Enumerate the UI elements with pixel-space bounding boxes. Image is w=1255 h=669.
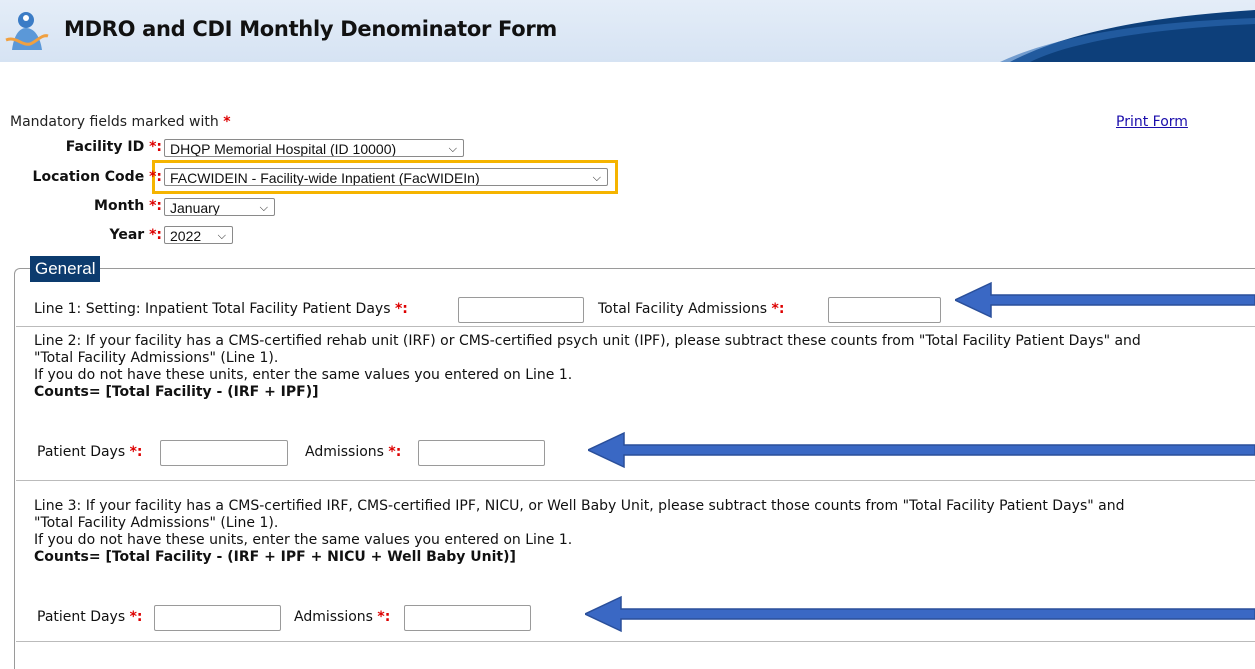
required-star: *: [129, 444, 143, 460]
required-star: *: [149, 227, 162, 243]
line2-admissions-text: Admissions [305, 444, 384, 460]
chevron-down-icon: ⌵ [259, 202, 268, 214]
line3-patient-days-label: Patient Days *: [37, 609, 143, 625]
line2-text-2: "Total Facility Admissions" (Line 1). [34, 350, 279, 366]
arrow-left-icon [588, 431, 1255, 469]
required-star: *: [129, 609, 143, 625]
line3-admissions-input[interactable] [404, 605, 531, 631]
year-select[interactable]: 2022 ⌵ [164, 226, 233, 244]
chevron-down-icon: ⌵ [217, 230, 226, 242]
chevron-down-icon: ⌵ [592, 172, 601, 184]
year-value: 2022 [170, 228, 202, 244]
line2-admissions-label: Admissions *: [305, 444, 401, 460]
divider [16, 480, 1255, 481]
required-star: *: [394, 301, 408, 317]
header-banner: MDRO and CDI Monthly Denominator Form [0, 0, 1255, 62]
line3-admissions-label: Admissions *: [294, 609, 390, 625]
location-code-select[interactable]: FACWIDEIN - Facility-wide Inpatient (Fac… [164, 168, 608, 186]
line3-text-2: "Total Facility Admissions" (Line 1). [34, 515, 279, 531]
line2-patient-days-input[interactable] [160, 440, 288, 466]
divider [16, 641, 1255, 642]
line2-patient-days-text: Patient Days [37, 444, 126, 460]
facility-id-select[interactable]: DHQP Memorial Hospital (ID 10000) ⌵ [164, 139, 464, 157]
required-star: *: [388, 444, 402, 460]
line2-text-1: Line 2: If your facility has a CMS-certi… [34, 333, 1141, 349]
month-label: Month *: [94, 198, 162, 214]
total-facility-admissions-text: Total Facility Admissions [598, 301, 768, 317]
facility-id-value: DHQP Memorial Hospital (ID 10000) [170, 141, 397, 157]
required-star: *: [771, 301, 785, 317]
line1-text: Line 1: Setting: Inpatient Total Facilit… [34, 301, 391, 317]
required-star: *: [377, 609, 391, 625]
line2-text-3: If you do not have these units, enter th… [34, 367, 573, 383]
line3-admissions-text: Admissions [294, 609, 373, 625]
line2-patient-days-label: Patient Days *: [37, 444, 143, 460]
arrow-left-icon [585, 595, 1255, 633]
location-code-label: Location Code *: [33, 169, 162, 185]
line1-label: Line 1: Setting: Inpatient Total Facilit… [34, 301, 408, 317]
mandatory-note-text: Mandatory fields marked with [10, 114, 219, 130]
chevron-down-icon: ⌵ [448, 143, 457, 155]
line3-patient-days-text: Patient Days [37, 609, 126, 625]
total-facility-admissions-input[interactable] [828, 297, 941, 323]
facility-id-label: Facility ID *: [66, 139, 162, 155]
location-code-value: FACWIDEIN - Facility-wide Inpatient (Fac… [170, 170, 480, 186]
mandatory-note: Mandatory fields marked with * [10, 114, 231, 130]
arrow-left-icon [955, 281, 1255, 319]
line2-counts: Counts= [Total Facility - (IRF + IPF)] [34, 384, 319, 400]
print-form-link[interactable]: Print Form [1116, 114, 1188, 130]
total-facility-admissions-label: Total Facility Admissions *: [598, 301, 784, 317]
line3-text-1: Line 3: If your facility has a CMS-certi… [34, 498, 1125, 514]
month-label-text: Month [94, 198, 145, 214]
required-star: *: [149, 139, 162, 155]
line3-counts: Counts= [Total Facility - (IRF + IPF + N… [34, 549, 516, 565]
required-star: * [223, 114, 231, 130]
line2-admissions-input[interactable] [418, 440, 545, 466]
year-label-text: Year [109, 227, 145, 243]
total-facility-patient-days-input[interactable] [458, 297, 584, 323]
facility-id-label-text: Facility ID [65, 139, 145, 155]
required-star: *: [149, 169, 162, 185]
location-code-label-text: Location Code [32, 169, 145, 185]
general-section-legend: General [30, 256, 101, 282]
divider [16, 326, 1255, 327]
required-star: *: [149, 198, 162, 214]
nhsn-logo-icon [5, 12, 49, 50]
line3-patient-days-input[interactable] [154, 605, 281, 631]
line3-text-3: If you do not have these units, enter th… [34, 532, 573, 548]
month-value: January [170, 200, 220, 216]
month-select[interactable]: January ⌵ [164, 198, 275, 216]
year-label: Year *: [110, 227, 163, 243]
page-title: MDRO and CDI Monthly Denominator Form [64, 17, 558, 41]
